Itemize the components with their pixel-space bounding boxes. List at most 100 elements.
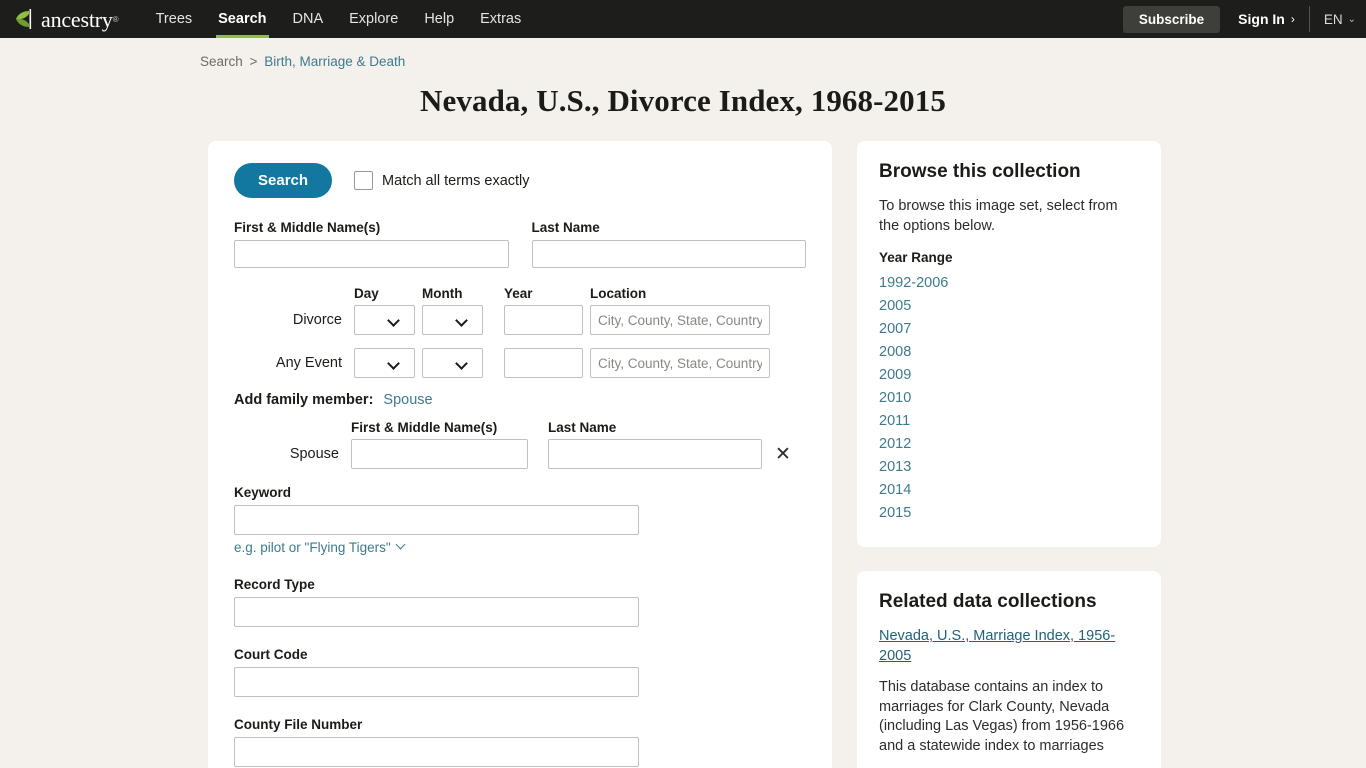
add-spouse-link[interactable]: Spouse xyxy=(383,392,432,408)
county-file-number-group: County File Number xyxy=(234,717,806,767)
any-event-day-select[interactable] xyxy=(354,348,415,378)
main-content: Search Match all terms exactly First & M… xyxy=(0,119,1366,768)
match-all-terms-checkbox[interactable]: Match all terms exactly xyxy=(354,171,530,190)
year-link[interactable]: 2010 xyxy=(879,387,1139,410)
court-code-group: Court Code xyxy=(234,647,806,697)
keyword-label: Keyword xyxy=(234,485,292,500)
column-header-day: Day xyxy=(354,286,379,301)
year-link[interactable]: 2011 xyxy=(879,410,1139,433)
county-file-number-input[interactable] xyxy=(234,737,639,767)
last-name-input[interactable] xyxy=(531,240,806,268)
last-name-group: Last Name xyxy=(531,220,806,268)
divorce-location-input[interactable] xyxy=(590,305,770,335)
record-type-label: Record Type xyxy=(234,577,315,592)
year-link[interactable]: 2014 xyxy=(879,479,1139,502)
year-link[interactable]: 2008 xyxy=(879,341,1139,364)
first-name-group: First & Middle Name(s) xyxy=(234,220,509,268)
divorce-day-cell xyxy=(354,305,422,335)
record-type-input[interactable] xyxy=(234,597,639,627)
spouse-first-name-header: First & Middle Name(s) xyxy=(351,420,498,435)
checkbox-box[interactable] xyxy=(354,171,374,190)
primary-nav-items: Trees Search DNA Explore Help Extras xyxy=(143,0,535,38)
keyword-hint-text: e.g. pilot or "Flying Tigers" xyxy=(234,540,391,555)
nav-item-search[interactable]: Search xyxy=(205,0,279,38)
related-collection-link[interactable]: Nevada, U.S., Marriage Index, 1956-2005 xyxy=(879,627,1139,666)
breadcrumb: Search > Birth, Marriage & Death xyxy=(0,38,1366,69)
breadcrumb-root[interactable]: Search xyxy=(200,54,243,69)
year-link[interactable]: 1992-2006 xyxy=(879,272,1139,295)
logo-wordmark: ancestry xyxy=(41,7,113,32)
any-event-month-select[interactable] xyxy=(422,348,483,378)
divorce-event-row: Divorce xyxy=(234,305,806,335)
sidebar-column: Browse this collection To browse this im… xyxy=(857,141,1161,768)
divorce-year-input[interactable] xyxy=(504,305,583,335)
ancestry-logo[interactable]: ancestry ® xyxy=(14,0,119,38)
sign-in-button[interactable]: Sign In › xyxy=(1238,11,1295,27)
remove-spouse-icon[interactable]: ✕ xyxy=(775,445,791,464)
keyword-hint[interactable]: e.g. pilot or "Flying Tigers" xyxy=(234,539,406,555)
event-grid-headers: Day Month Year Location xyxy=(234,286,806,301)
language-selector[interactable]: EN ⌄ xyxy=(1324,12,1356,27)
browse-collection-panel: Browse this collection To browse this im… xyxy=(857,141,1161,548)
any-event-row: Any Event xyxy=(234,348,806,378)
record-type-group: Record Type xyxy=(234,577,806,627)
event-date-grid: Day Month Year Location Divorce City, Co… xyxy=(234,286,806,378)
year-link[interactable]: 2015 xyxy=(879,502,1139,525)
related-collection-description: This database contains an index to marri… xyxy=(879,679,1125,754)
year-link[interactable]: 2012 xyxy=(879,433,1139,456)
browse-panel-description: To browse this image set, select from th… xyxy=(879,198,1118,234)
any-event-location-input[interactable] xyxy=(590,348,770,378)
browse-panel-title: Browse this collection xyxy=(879,161,1081,182)
nav-item-trees[interactable]: Trees xyxy=(143,0,206,38)
divorce-month-select[interactable] xyxy=(422,305,483,335)
year-link[interactable]: 2009 xyxy=(879,364,1139,387)
nav-item-help[interactable]: Help xyxy=(411,0,467,38)
any-event-day-select-wrap xyxy=(354,348,415,378)
spouse-first-name-input[interactable] xyxy=(351,439,528,469)
any-event-location-cell xyxy=(590,348,776,378)
first-name-input[interactable] xyxy=(234,240,509,268)
breadcrumb-separator: > xyxy=(249,54,258,69)
divorce-location-cell xyxy=(590,305,776,335)
keyword-input[interactable] xyxy=(234,505,639,535)
spouse-input-row: Spouse ✕ xyxy=(234,439,806,469)
year-link[interactable]: 2013 xyxy=(879,456,1139,479)
divorce-day-select-wrap xyxy=(354,305,415,335)
add-family-member-row: Add family member: Spouse xyxy=(234,392,806,408)
spouse-last-name-input[interactable] xyxy=(548,439,762,469)
page-title: Nevada, U.S., Divorce Index, 1968-2015 xyxy=(420,83,946,118)
spouse-row-label: Spouse xyxy=(289,446,339,462)
year-link[interactable]: 2007 xyxy=(879,318,1139,341)
add-family-member-label: Add family member: xyxy=(234,392,374,408)
any-event-month-select-wrap xyxy=(422,348,483,378)
related-collections-panel: Related data collections Nevada, U.S., M… xyxy=(857,571,1161,768)
court-code-input[interactable] xyxy=(234,667,639,697)
subscribe-button[interactable]: Subscribe xyxy=(1122,5,1221,33)
search-button[interactable]: Search xyxy=(234,163,333,198)
nav-item-dna[interactable]: DNA xyxy=(280,0,337,38)
sign-in-label: Sign In xyxy=(1238,11,1285,27)
leaf-icon xyxy=(14,8,40,30)
spouse-last-name-header: Last Name xyxy=(548,420,617,435)
spouse-last-name-cell xyxy=(548,439,763,469)
divorce-day-select[interactable] xyxy=(354,305,415,335)
breadcrumb-current[interactable]: Birth, Marriage & Death xyxy=(264,54,405,69)
keyword-group: Keyword e.g. pilot or "Flying Tigers" xyxy=(234,485,806,557)
nav-item-explore[interactable]: Explore xyxy=(336,0,411,38)
nav-item-extras[interactable]: Extras xyxy=(467,0,534,38)
any-event-month-cell xyxy=(422,348,504,378)
spouse-headers-row: First & Middle Name(s) Last Name xyxy=(234,420,806,435)
search-action-row: Search Match all terms exactly xyxy=(234,163,806,198)
column-header-year: Year xyxy=(504,286,533,301)
any-event-year-input[interactable] xyxy=(504,348,583,378)
logo-trademark: ® xyxy=(112,14,119,24)
chevron-down-icon: ⌄ xyxy=(1347,13,1356,25)
any-event-year-cell xyxy=(504,348,590,378)
spouse-first-name-cell xyxy=(351,439,548,469)
search-form-card: Search Match all terms exactly First & M… xyxy=(208,141,832,768)
year-link[interactable]: 2005 xyxy=(879,295,1139,318)
column-header-month: Month xyxy=(422,286,463,301)
county-file-number-label: County File Number xyxy=(234,717,363,732)
name-fields-row: First & Middle Name(s) Last Name xyxy=(234,220,806,268)
related-panel-title: Related data collections xyxy=(879,591,1097,613)
